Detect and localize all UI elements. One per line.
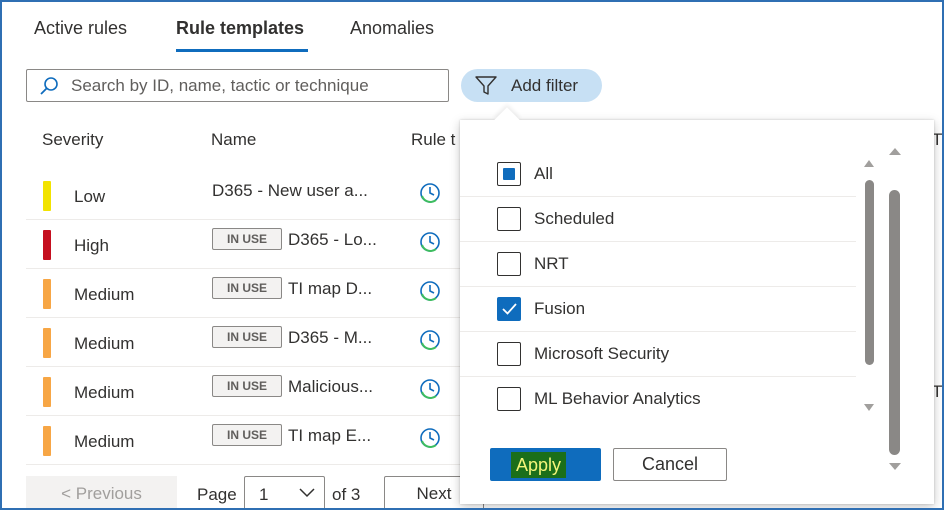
checkbox-microsoft-security[interactable] <box>497 342 521 366</box>
severity-indicator <box>43 377 51 407</box>
severity-text: Medium <box>74 432 135 451</box>
checkbox-ml-behavior-analytics[interactable] <box>497 387 521 411</box>
chevron-down-icon <box>299 488 315 498</box>
scrollbar-thumb[interactable] <box>889 190 900 455</box>
scroll-down-arrow-icon[interactable] <box>888 462 902 472</box>
scheduled-clock-icon <box>420 428 440 448</box>
rule-name: D365 - M... <box>288 328 373 347</box>
page-label: Page <box>197 485 237 504</box>
table-row[interactable]: Medium IN USE D365 - M... <box>26 318 466 367</box>
severity-text: Medium <box>74 285 135 304</box>
add-filter-label: Add filter <box>511 75 579 95</box>
filter-icon <box>461 75 511 96</box>
tab-active-rules[interactable]: Active rules <box>34 16 127 52</box>
column-header-severity[interactable]: Severity <box>42 130 103 150</box>
filter-option-label: All <box>534 164 553 183</box>
panel-scrollbar[interactable] <box>888 144 902 474</box>
column-header-rule-type[interactable]: Rule t <box>411 130 455 150</box>
filter-option-label: Fusion <box>534 299 586 318</box>
filter-option-label: NRT <box>534 254 569 273</box>
rule-type-filter-dropdown: All Scheduled NRT Fusion Microsoft Secur… <box>460 107 934 504</box>
in-use-badge: IN USE <box>212 424 282 446</box>
previous-button[interactable]: < Previous <box>26 476 177 508</box>
filter-option-label: Scheduled <box>534 209 615 228</box>
checkbox-all[interactable] <box>497 162 521 186</box>
table-row[interactable]: Medium IN USE Malicious... <box>26 367 466 416</box>
checkbox-scheduled[interactable] <box>497 207 521 231</box>
scrollbar-thumb[interactable] <box>865 180 874 365</box>
search-input[interactable]: Search by ID, name, tactic or technique <box>71 76 369 96</box>
scheduled-clock-icon <box>420 183 440 203</box>
filter-option-scheduled[interactable]: Scheduled <box>460 197 856 242</box>
rule-name: TI map E... <box>288 426 372 445</box>
severity-text: High <box>74 236 109 255</box>
severity-indicator <box>43 328 51 358</box>
severity-text: Low <box>74 187 106 206</box>
checkbox-nrt[interactable] <box>497 252 521 276</box>
filter-option-ml-behavior-analytics[interactable]: ML Behavior Analytics <box>460 377 856 422</box>
cancel-button[interactable]: Cancel <box>613 448 727 481</box>
tab-rule-templates[interactable]: Rule templates <box>176 16 309 52</box>
apply-button[interactable]: Apply <box>490 448 601 481</box>
severity-indicator <box>43 426 51 456</box>
checkmark-icon <box>502 303 517 315</box>
filter-option-all[interactable]: All <box>460 152 856 197</box>
add-filter-button[interactable]: Add filter <box>461 69 602 102</box>
table-row[interactable]: Low D365 - New user a... <box>26 171 466 220</box>
severity-text: Medium <box>74 383 135 402</box>
rule-name: TI map D... <box>288 279 373 298</box>
filter-option-nrt[interactable]: NRT <box>460 242 856 287</box>
options-scrollbar[interactable] <box>863 158 875 418</box>
in-use-badge: IN USE <box>212 326 282 348</box>
tab-anomalies[interactable]: Anomalies <box>350 16 434 52</box>
scroll-up-arrow-icon[interactable] <box>888 146 902 156</box>
in-use-badge: IN USE <box>212 228 282 250</box>
severity-indicator <box>43 279 51 309</box>
filter-option-label: ML Behavior Analytics <box>534 389 701 408</box>
in-use-badge: IN USE <box>212 277 282 299</box>
scheduled-clock-icon <box>420 281 440 301</box>
page-select[interactable]: 1 <box>244 476 325 508</box>
page-count-label: of 3 <box>332 485 361 504</box>
filter-option-microsoft-security[interactable]: Microsoft Security <box>460 332 856 377</box>
scroll-up-arrow-icon[interactable] <box>863 158 875 168</box>
checkbox-fusion[interactable] <box>497 297 521 321</box>
page-select-value: 1 <box>259 485 269 504</box>
search-icon <box>27 70 71 101</box>
in-use-badge: IN USE <box>212 375 282 397</box>
filter-option-label: Microsoft Security <box>534 344 670 363</box>
column-header-name[interactable]: Name <box>211 130 256 150</box>
apply-button-label: Apply <box>511 452 567 478</box>
scheduled-clock-icon <box>420 232 440 252</box>
window-frame: Active rules Rule templates Anomalies Se… <box>0 0 944 510</box>
table-row[interactable]: Medium IN USE TI map E... <box>26 416 466 465</box>
table-row[interactable]: Medium IN USE TI map D... <box>26 269 466 318</box>
scheduled-clock-icon <box>420 379 440 399</box>
severity-indicator <box>43 181 51 211</box>
severity-text: Medium <box>74 334 135 353</box>
rule-name: D365 - Lo... <box>288 230 377 249</box>
filter-option-fusion[interactable]: Fusion <box>460 287 856 332</box>
scheduled-clock-icon <box>420 330 440 350</box>
severity-indicator <box>43 230 51 260</box>
scroll-down-arrow-icon[interactable] <box>863 403 875 413</box>
rule-name: Malicious... <box>288 377 374 396</box>
table-row[interactable]: High IN USE D365 - Lo... <box>26 220 466 269</box>
search-box[interactable]: Search by ID, name, tactic or technique <box>26 69 449 102</box>
rule-name: D365 - New user a... <box>212 181 368 200</box>
